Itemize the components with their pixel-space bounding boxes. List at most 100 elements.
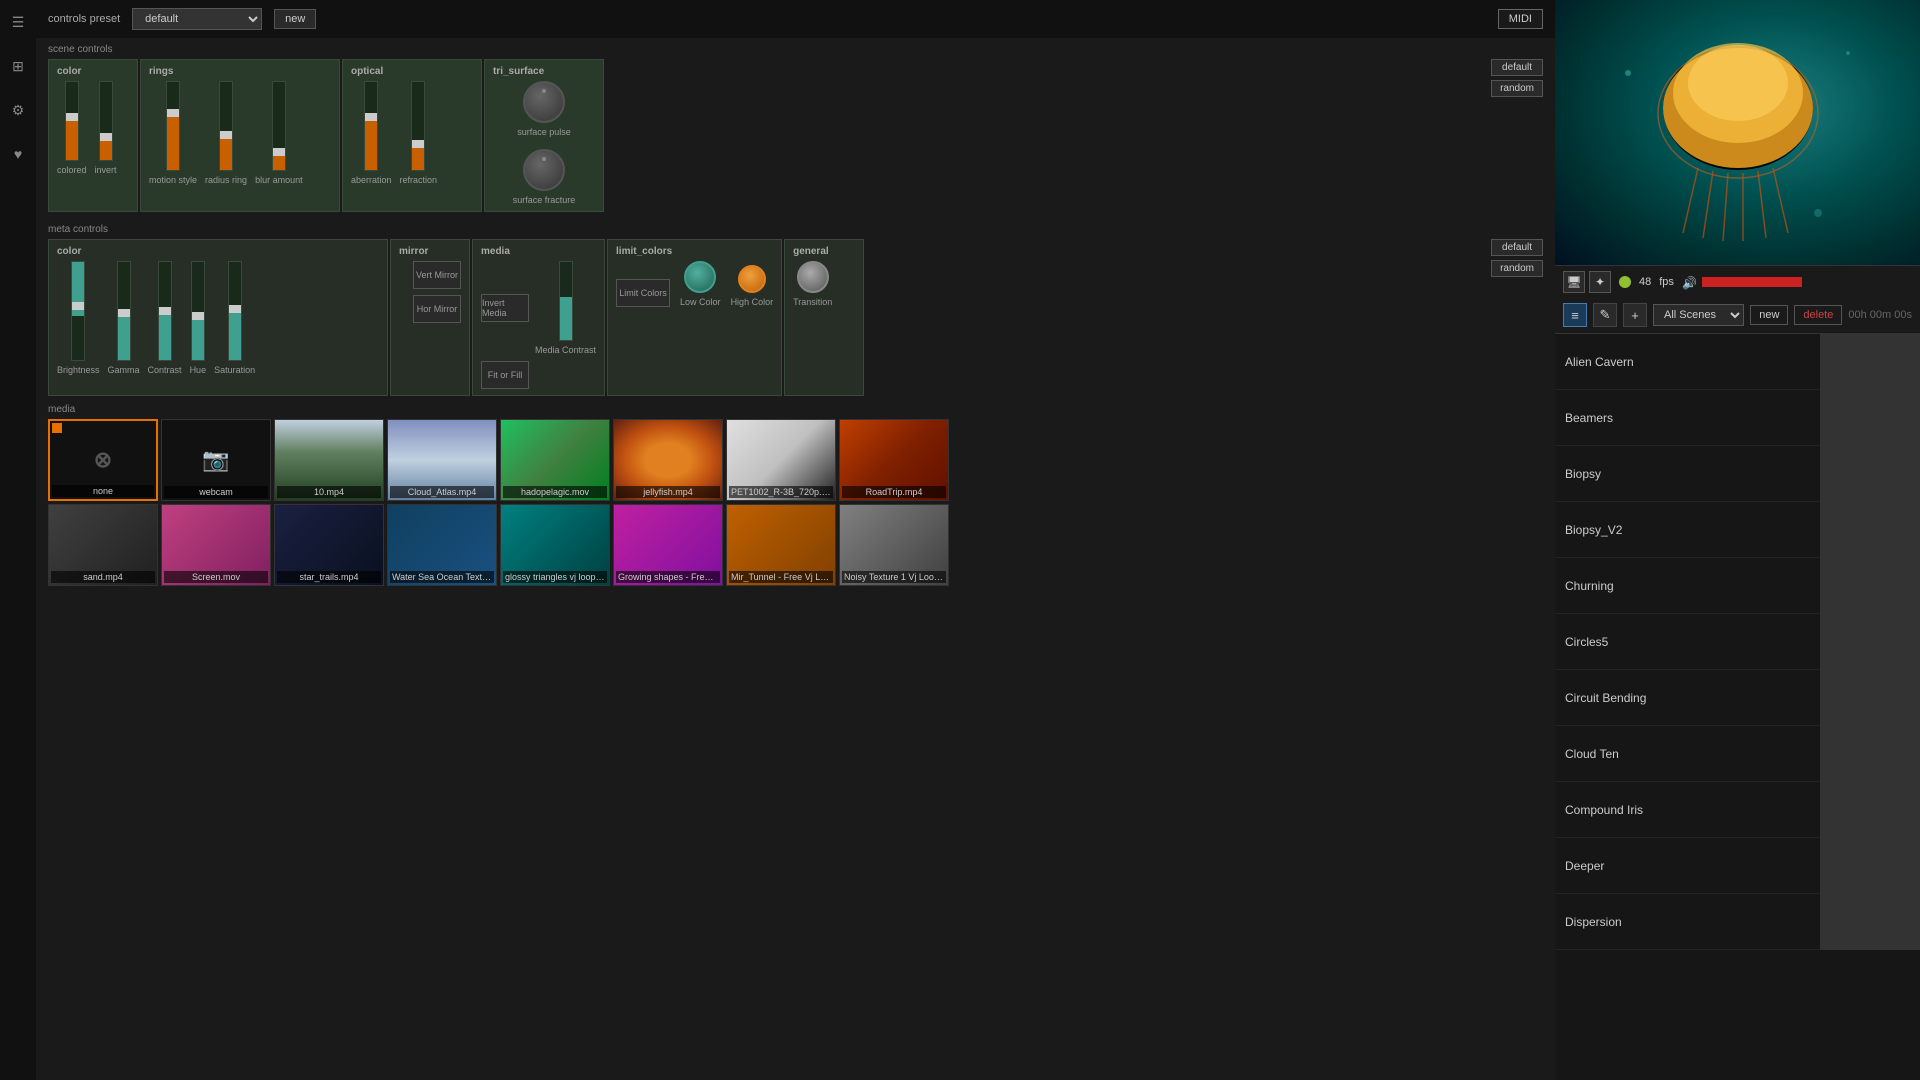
meta-default-button[interactable]: default [1491,239,1543,256]
media-item-road[interactable]: RoadTrip.mp4 [839,419,949,501]
aberration-slider[interactable] [364,81,378,171]
colored-label: colored [57,165,87,175]
transition-knob[interactable] [797,261,829,293]
scene-random-button[interactable]: random [1491,80,1543,97]
media-item-pet[interactable]: PET1002_R-3B_720p.mp4 [726,419,836,501]
hue-slider[interactable] [191,261,205,361]
surface-fracture-knob[interactable] [523,149,565,191]
scene-item-biopsy-v2[interactable]: Biopsy_V2 [1555,502,1920,558]
media-item-webcam[interactable]: 📷 webcam [161,419,271,501]
media-item-noisy[interactable]: Noisy Texture 1 Vj Loop.mp4 [839,504,949,586]
motion-style-slider[interactable] [166,81,180,171]
menu-icon[interactable]: ☰ [4,8,32,36]
transition-label: Transition [793,297,832,307]
media-item-star[interactable]: star_trails.mp4 [274,504,384,586]
media-item-screen[interactable]: Screen.mov [161,504,271,586]
meta-controls-area: meta controls color Brightness [36,220,1555,400]
high-color-knob[interactable] [738,265,766,293]
colored-slider[interactable] [65,81,79,161]
vert-mirror-button[interactable]: Vert Mirror [413,261,461,289]
fps-bar: 🖥 ✦ 48 fps 🔊 [1555,265,1920,297]
mirror-panel: mirror Vert Mirror Hor Mirror [390,239,470,396]
jellyfish-svg [1598,13,1878,253]
optical-panel: optical aberration [342,59,482,212]
list-view-button[interactable]: ≡ [1563,303,1587,327]
limit-colors-button[interactable]: Limit Colors [616,279,670,307]
meta-controls-label: meta controls [48,224,1543,235]
surface-pulse-knob[interactable] [523,81,565,123]
scene-item-compound-iris[interactable]: Compound Iris [1555,782,1920,838]
scene-item-biopsy[interactable]: Biopsy [1555,446,1920,502]
media-item-jellyfish[interactable]: jellyfish.mp4 [613,419,723,501]
media-hado-label: hadopelagic.mov [503,486,607,498]
jellyfish-preview [1555,0,1920,265]
media-item-sand[interactable]: sand.mp4 [48,504,158,586]
radius-ring-label: radius ring [205,175,247,185]
media-item-tunnel[interactable]: Mir_Tunnel - Free Vj Loop.mp4 [726,504,836,586]
media-item-10[interactable]: 10.mp4 [274,419,384,501]
scene-item-alien-cavern[interactable]: Alien Cavern [1555,334,1920,390]
grid-icon[interactable]: ⊞ [4,52,32,80]
refraction-slider[interactable] [411,81,425,171]
scene-name: Compound Iris [1555,803,1820,817]
radius-ring-slider[interactable] [219,81,233,171]
gamma-slider[interactable] [117,261,131,361]
scene-default-button[interactable]: default [1491,59,1543,76]
saturation-slider[interactable] [228,261,242,361]
media-item-cloud-atlas[interactable]: Cloud_Atlas.mp4 [387,419,497,501]
new-preset-button[interactable]: new [274,9,316,29]
preset-select[interactable]: default [132,8,262,30]
media-contrast-slider[interactable] [559,261,573,341]
contrast-slider[interactable] [158,261,172,361]
invert-media-button[interactable]: Invert Media [481,294,529,322]
edit-view-button[interactable]: ✎ [1593,303,1617,327]
scene-item-circles5[interactable]: Circles5 [1555,614,1920,670]
low-color-knob[interactable] [684,261,716,293]
heart-icon[interactable]: ♥ [4,140,32,168]
scene-delete-button[interactable]: delete [1794,305,1842,325]
meta-random-button[interactable]: random [1491,260,1543,277]
scene-thumb-cloudten [1820,726,1920,782]
add-scene-icon[interactable]: + [1623,303,1647,327]
scene-thumb-compoundiris [1820,782,1920,838]
scene-item-churning[interactable]: Churning [1555,558,1920,614]
mirror-header: mirror [399,246,461,257]
brightness-slider[interactable] [71,261,85,361]
scene-name: Cloud Ten [1555,747,1820,761]
media-item-none[interactable]: ⊗ none [48,419,158,501]
scene-item-deeper[interactable]: Deeper [1555,838,1920,894]
fps-indicator [1619,276,1631,288]
gear-icon[interactable]: ⚙ [4,96,32,124]
invert-slider[interactable] [99,81,113,161]
scene-name: Alien Cavern [1555,355,1820,369]
surface-fracture-group: surface fracture [513,149,576,205]
scene-item-beamers[interactable]: Beamers [1555,390,1920,446]
scene-new-button[interactable]: new [1750,305,1788,325]
surface-fracture-label: surface fracture [513,195,576,205]
selected-indicator [52,423,62,433]
volume-bar[interactable] [1702,277,1802,287]
fit-or-fill-button[interactable]: Fit or Fill [481,361,529,389]
scene-item-circuit-bending[interactable]: Circuit Bending [1555,670,1920,726]
media-item-glossy[interactable]: glossy triangles vj loop.mp4 [500,504,610,586]
scene-item-dispersion[interactable]: Dispersion [1555,894,1920,950]
media-item-water[interactable]: Water Sea Ocean Texture of Sea Vid Loop.… [387,504,497,586]
main-content: controls preset default new MIDI scene c… [36,0,1555,1080]
monitor-icon[interactable]: 🖥 [1563,271,1585,293]
media-item-growing[interactable]: Growing shapes - Free Vj Loop.mp4 [613,504,723,586]
media-pet-label: PET1002_R-3B_720p.mp4 [729,486,833,498]
scene-filter-select[interactable]: All Scenes [1653,304,1744,326]
rings-panel: rings motion style [140,59,340,212]
media-contrast-slider-group: Media Contrast [535,261,596,355]
wand-icon[interactable]: ✦ [1589,271,1611,293]
media-cloud-atlas-label: Cloud_Atlas.mp4 [390,486,494,498]
scene-time: 00h 00m 00s [1848,309,1912,321]
blur-amount-slider[interactable] [272,81,286,171]
radius-ring-slider-group: radius ring [205,81,247,185]
hor-mirror-button[interactable]: Hor Mirror [413,295,461,323]
scene-name: Circuit Bending [1555,691,1820,705]
scene-item-cloud-ten[interactable]: Cloud Ten [1555,726,1920,782]
surface-pulse-label: surface pulse [517,127,571,137]
media-item-hado[interactable]: hadopelagic.mov [500,419,610,501]
midi-button[interactable]: MIDI [1498,9,1543,29]
